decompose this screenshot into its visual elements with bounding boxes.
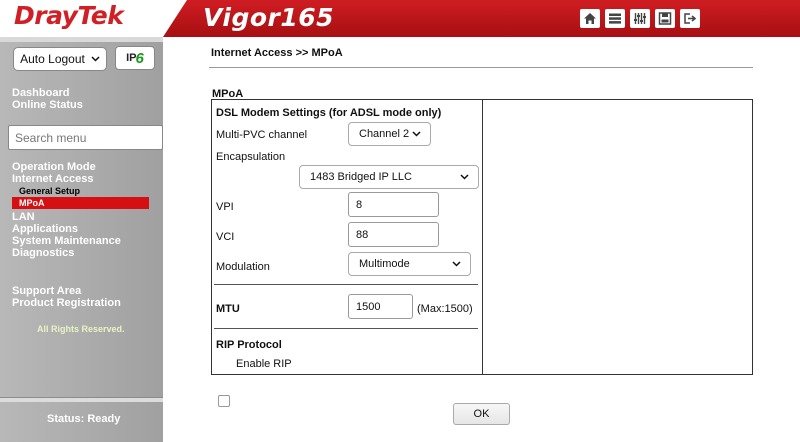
- sidebar-item-system-maintenance[interactable]: System Maintenance: [12, 235, 121, 247]
- multi-pvc-label: Multi-PVC channel: [216, 129, 308, 141]
- main-content: Internet Access >> MPoA MPoA DSL Modem S…: [163, 37, 800, 442]
- encapsulation-value: 1483 Bridged IP LLC: [310, 171, 412, 183]
- search-menu-input[interactable]: Search menu: [8, 125, 163, 150]
- home-icon[interactable]: [580, 9, 600, 28]
- mtu-label: MTU: [216, 303, 240, 315]
- auto-logout-label: Auto Logout: [20, 52, 85, 66]
- ipv6-suffix: 6: [135, 49, 144, 67]
- logout-icon[interactable]: [680, 9, 700, 28]
- multi-pvc-value: Channel 2: [359, 128, 410, 140]
- panel-divider: [482, 100, 483, 374]
- ok-button[interactable]: OK: [453, 403, 510, 425]
- vpi-field[interactable]: 8: [348, 192, 439, 217]
- sidebar-item-dashboard[interactable]: Dashboard: [12, 87, 69, 99]
- vci-field[interactable]: 88: [348, 222, 439, 247]
- chevron-down-icon: [91, 56, 100, 62]
- rip-protocol-title: RIP Protocol: [216, 339, 282, 351]
- sidebar-item-operation-mode[interactable]: Operation Mode: [12, 161, 96, 173]
- header-divider: [209, 67, 753, 68]
- sidebar-item-diagnostics[interactable]: Diagnostics: [12, 247, 74, 259]
- mtu-max-hint: (Max:1500): [417, 303, 473, 315]
- sidebar: Auto Logout IP 6 Dashboard Online Status …: [0, 37, 163, 442]
- modulation-label: Modulation: [216, 261, 270, 273]
- header-toolbar: [580, 9, 700, 28]
- sidebar-subitem-mpoa[interactable]: MPoA: [12, 197, 149, 209]
- vci-label: VCI: [216, 231, 235, 243]
- breadcrumb: Internet Access >> MPoA: [211, 47, 343, 59]
- status-text: Status: Ready: [47, 413, 121, 425]
- enable-rip-label: Enable RIP: [236, 358, 292, 370]
- vpi-label: VPI: [216, 201, 234, 213]
- settings-panel: DSL Modem Settings (for ADSL mode only) …: [211, 99, 753, 407]
- sidebar-item-internet-access[interactable]: Internet Access: [12, 173, 94, 185]
- header-bar: DrayTek Vigor165: [0, 0, 800, 37]
- logo-area: DrayTek: [0, 0, 187, 37]
- chevron-down-icon: [412, 131, 421, 137]
- auto-logout-select[interactable]: Auto Logout: [13, 47, 107, 71]
- encapsulation-label: Encapsulation: [216, 151, 286, 163]
- sidebar-subitem-mpoa-label: MPoA: [19, 198, 45, 208]
- dsl-settings-title: DSL Modem Settings (for ADSL mode only): [216, 107, 442, 119]
- save-icon[interactable]: [655, 9, 675, 28]
- model-name: Vigor165: [203, 3, 335, 32]
- rights-text: All Rights Reserved.: [37, 324, 125, 334]
- chevron-down-icon: [452, 261, 461, 267]
- sidebar-item-online-status[interactable]: Online Status: [12, 99, 83, 111]
- enable-rip-checkbox[interactable]: [218, 395, 230, 407]
- sidebar-item-applications[interactable]: Applications: [12, 223, 78, 235]
- sliders-icon[interactable]: [630, 9, 650, 28]
- ipv6-button[interactable]: IP 6: [115, 46, 155, 70]
- modulation-select[interactable]: Multimode: [348, 252, 471, 276]
- sidebar-item-product-registration[interactable]: Product Registration: [12, 297, 121, 309]
- modulation-value: Multimode: [359, 258, 410, 270]
- sidebar-item-support-area[interactable]: Support Area: [12, 285, 81, 297]
- encapsulation-select[interactable]: 1483 Bridged IP LLC: [299, 165, 479, 189]
- brand-logo: DrayTek: [14, 1, 124, 30]
- list-icon[interactable]: [605, 9, 625, 28]
- sidebar-item-lan[interactable]: LAN: [12, 211, 35, 223]
- sidebar-subitem-general-setup[interactable]: General Setup: [19, 186, 80, 196]
- chevron-down-icon: [460, 174, 469, 180]
- mtu-field[interactable]: 1500: [348, 294, 413, 319]
- section-divider: [214, 284, 478, 285]
- section-divider: [214, 328, 478, 329]
- sidebar-scrollbar[interactable]: [0, 397, 163, 402]
- multi-pvc-select[interactable]: Channel 2: [348, 122, 431, 146]
